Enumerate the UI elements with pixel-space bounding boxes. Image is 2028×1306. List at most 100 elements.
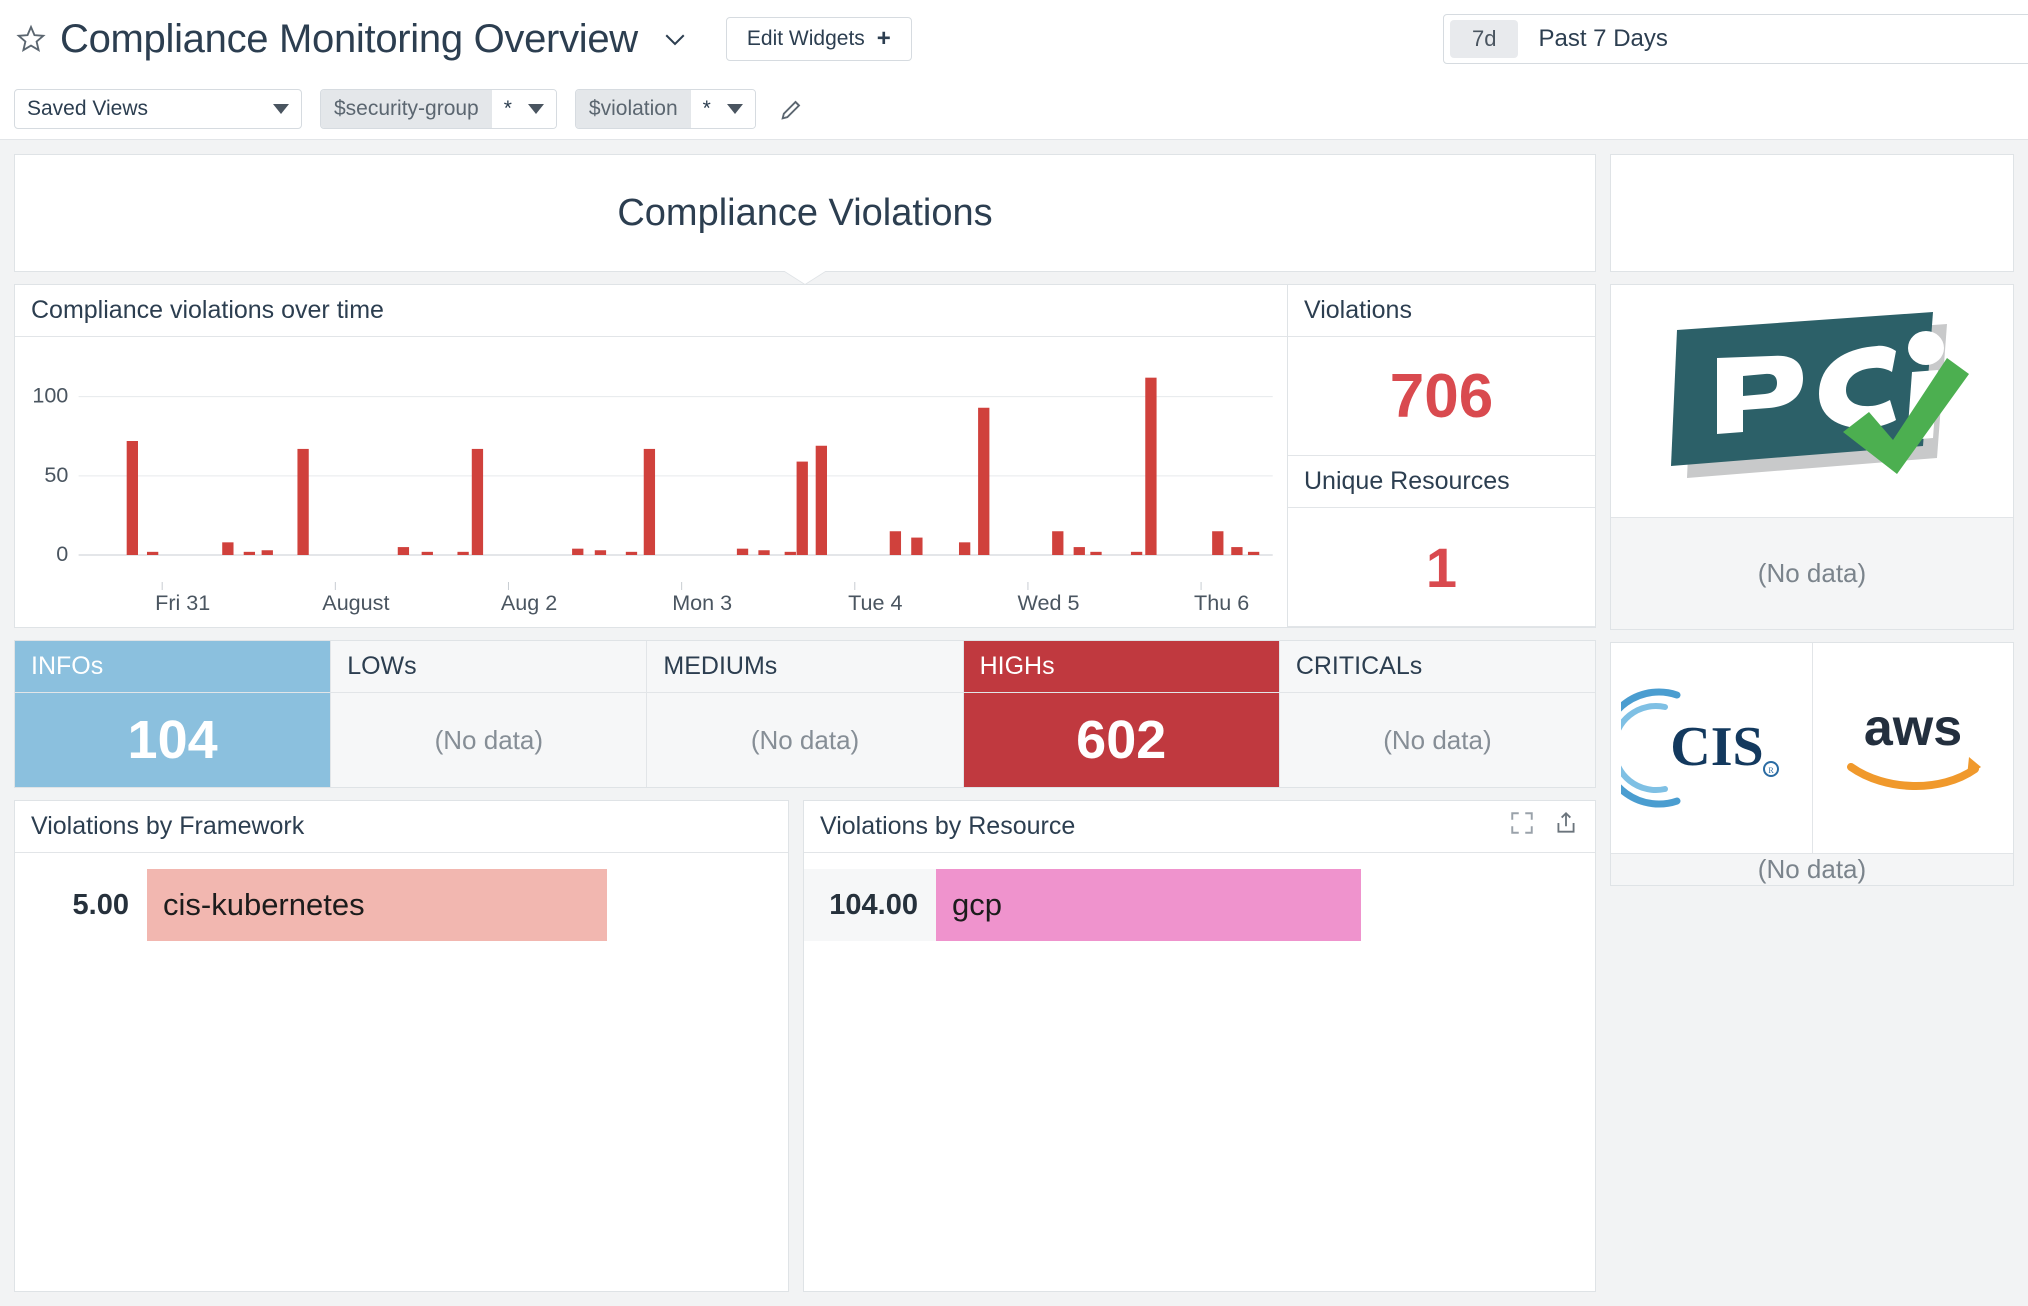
- chart-bar[interactable]: [1073, 547, 1085, 555]
- chart-bar[interactable]: [1145, 377, 1157, 555]
- dashboard-main-column: Compliance Violations Compliance violati…: [14, 154, 1596, 1292]
- chart-bar[interactable]: [1052, 531, 1064, 555]
- caret-down-icon: [726, 103, 743, 114]
- severity-cell-highs[interactable]: HIGHs 602: [963, 641, 1280, 787]
- chart-bar[interactable]: [222, 542, 234, 555]
- cis-logo: CIS R: [1611, 643, 1813, 853]
- aws-logo: aws: [1812, 643, 2013, 853]
- resource-bar-label: gcp: [952, 887, 1002, 922]
- chart-bar[interactable]: [796, 461, 808, 555]
- framework-bar-row[interactable]: 5.00 cis-kubernetes: [15, 869, 788, 941]
- variable-value: *: [503, 96, 512, 120]
- chart-bar[interactable]: [594, 550, 607, 555]
- resource-widget-actions: [1509, 810, 1579, 843]
- resource-bar[interactable]: gcp: [936, 869, 1361, 941]
- chart-bar[interactable]: [457, 551, 469, 555]
- cis-logo-graphic: CIS R: [1621, 688, 1780, 808]
- compliance-violations-banner: Compliance Violations: [14, 154, 1596, 284]
- variable-filter-security-group[interactable]: $security-group *: [320, 88, 557, 129]
- severity-cell-infos[interactable]: INFOs 104: [15, 641, 332, 787]
- chart-bar[interactable]: [126, 441, 138, 555]
- expand-icon[interactable]: [1509, 810, 1535, 843]
- severity-cell-criticals[interactable]: CRITICALs (No data): [1279, 641, 1596, 787]
- chart-bar[interactable]: [261, 550, 273, 555]
- violations-by-resource-widget: Violations by Resource 104.00 gcp: [803, 800, 1596, 1292]
- chart-bar[interactable]: [421, 551, 433, 555]
- y-axis-tick-label: 0: [56, 542, 68, 566]
- chart-bar[interactable]: [978, 407, 990, 555]
- x-axis-tick-label: Mon 3: [672, 591, 732, 615]
- time-range-picker[interactable]: 7d Past 7 Days: [1443, 14, 2028, 64]
- chart-bar[interactable]: [815, 445, 827, 555]
- severity-cell-lows[interactable]: LOWs (No data): [331, 641, 648, 787]
- variable-value-select[interactable]: *: [491, 89, 556, 128]
- chart-bar[interactable]: [297, 448, 309, 555]
- variable-value: *: [702, 96, 711, 120]
- y-axis-tick-label: 50: [44, 463, 68, 487]
- saved-views-dropdown[interactable]: Saved Views: [14, 88, 302, 129]
- banner-notch: [783, 270, 827, 284]
- severity-cell-mediums[interactable]: MEDIUMs (No data): [647, 641, 964, 787]
- chart-bar[interactable]: [625, 551, 638, 555]
- chart-bar[interactable]: [397, 547, 410, 555]
- variable-value-select[interactable]: *: [690, 89, 755, 128]
- chart-bar[interactable]: [758, 550, 770, 555]
- favorite-star-icon[interactable]: [14, 22, 48, 56]
- pci-widget-panel: (No data): [1610, 284, 2014, 630]
- edit-widgets-button[interactable]: Edit Widgets +: [725, 17, 912, 61]
- chart-bar[interactable]: [1130, 551, 1143, 555]
- variable-name: $violation: [575, 89, 691, 128]
- chart-bar[interactable]: [958, 542, 971, 555]
- framework-bar[interactable]: cis-kubernetes: [147, 869, 607, 941]
- framework-widget-body: 5.00 cis-kubernetes: [15, 853, 788, 1291]
- bottom-widgets-row: Violations by Framework 5.00 cis-kuberne…: [14, 800, 1596, 1292]
- variable-name: $security-group: [321, 89, 492, 128]
- severity-label: INFOs: [15, 641, 331, 693]
- time-range-label: Past 7 Days: [1538, 25, 1668, 52]
- severity-row: INFOs 104 LOWs (No data) MEDIUMs (No data) HIG…: [14, 640, 1596, 788]
- blank-widget-panel: [1610, 154, 2014, 272]
- timeseries-chart-body[interactable]: 0 50 100 Fri 31 August Aug 2 Mon 3 Tue 4 Wed 5 T…: [15, 337, 1287, 627]
- chart-bar[interactable]: [572, 548, 584, 555]
- timeseries-axis-labels: Fri 31 August Aug 2 Mon 3 Tue 4 Wed 5 Thu 6: [155, 582, 1249, 615]
- timeseries-row: Compliance violations over time 0 50 100 F…: [14, 284, 1596, 628]
- share-icon[interactable]: [1553, 810, 1579, 843]
- cis-aws-logo-row: CIS R aws: [1611, 643, 2013, 853]
- framework-bar-label: cis-kubernetes: [163, 887, 365, 922]
- saved-views-label: Saved Views: [27, 96, 149, 120]
- stats-column: Violations 706 Unique Resources 1: [1288, 284, 1596, 628]
- chart-bar[interactable]: [1247, 551, 1260, 555]
- timeseries-chart[interactable]: 0 50 100: [19, 347, 1283, 577]
- variable-filter-violation[interactable]: $violation *: [574, 88, 756, 129]
- severity-label: CRITICALs: [1279, 641, 1596, 693]
- chart-bar[interactable]: [243, 551, 256, 555]
- chart-bar[interactable]: [911, 537, 923, 555]
- chart-bar[interactable]: [471, 448, 484, 555]
- svg-text:R: R: [1769, 766, 1775, 775]
- violations-by-framework-widget: Violations by Framework 5.00 cis-kuberne…: [14, 800, 789, 1292]
- chart-bar[interactable]: [146, 551, 159, 555]
- x-axis-tick-label: Thu 6: [1194, 591, 1249, 615]
- chart-bar[interactable]: [643, 448, 656, 555]
- severity-value: (No data): [647, 693, 963, 787]
- x-axis-tick-label: Aug 2: [501, 591, 557, 615]
- chart-bar[interactable]: [736, 548, 749, 555]
- x-axis-tick-label: August: [322, 591, 389, 615]
- chart-bar[interactable]: [784, 551, 796, 555]
- chart-bar[interactable]: [1212, 531, 1224, 555]
- chevron-down-icon[interactable]: [660, 24, 690, 54]
- chart-bar[interactable]: [1090, 551, 1102, 555]
- severity-label: LOWs: [331, 641, 647, 693]
- filter-bar: Saved Views $security-group * $violation…: [0, 78, 2028, 140]
- stat-value-violations: 706: [1288, 337, 1595, 456]
- framework-bar-value: 5.00: [72, 888, 129, 921]
- svg-text:CIS: CIS: [1671, 716, 1764, 778]
- edit-variables-pencil-icon[interactable]: [774, 91, 810, 127]
- resource-bar-row[interactable]: 104.00 gcp: [804, 869, 1595, 941]
- severity-value: (No data): [331, 693, 647, 787]
- severity-value: 104: [15, 693, 331, 787]
- chart-bar[interactable]: [1231, 547, 1243, 555]
- severity-label: MEDIUMs: [647, 641, 963, 693]
- chart-bar[interactable]: [889, 531, 902, 555]
- resource-widget-header: Violations by Resource: [804, 801, 1595, 853]
